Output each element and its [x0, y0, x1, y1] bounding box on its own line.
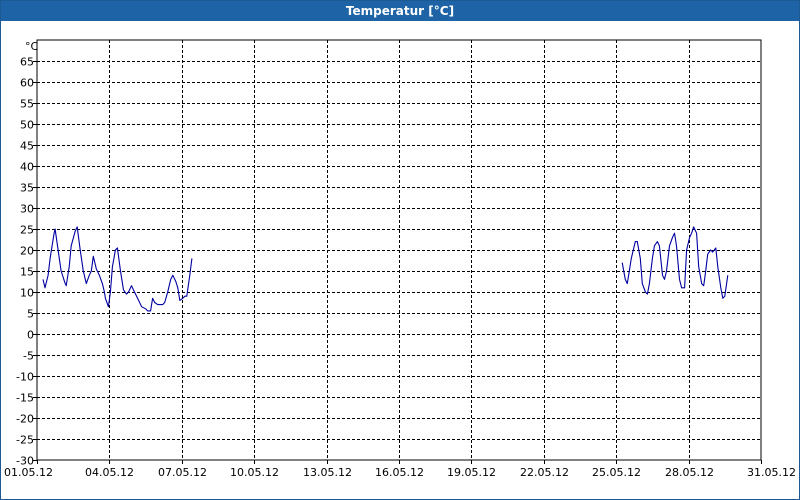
x-tick-label: 25.05.12	[592, 466, 641, 479]
x-tick-labels: 01.05.12 04.05.12 07.05.12 10.05.12 13.05.12…	[4, 466, 796, 479]
y-tick-label: -5	[23, 350, 34, 363]
x-tick-label: 19.05.12	[447, 466, 496, 479]
y-tick-label: 35	[20, 182, 34, 195]
x-tick-label: 31.05.12	[747, 466, 796, 479]
y-tick-label: 40	[20, 161, 34, 174]
temperature-chart: -30-25-20-15-10-505101520253035404550556…	[4, 39, 796, 479]
x-tick-label: 22.05.12	[520, 466, 569, 479]
y-tick-label: 0	[27, 329, 34, 342]
y-tick-label: 65	[20, 56, 34, 69]
y-tick-label: -25	[16, 434, 34, 447]
x-tick-label: 07.05.12	[158, 466, 207, 479]
y-axis-unit-label: °C	[25, 40, 39, 53]
x-tick-label: 01.05.12	[4, 466, 53, 479]
y-tick-label: 10	[20, 287, 34, 300]
x-tick-label: 16.05.12	[375, 466, 424, 479]
y-tick-label: 15	[20, 266, 34, 279]
y-tick-label: 30	[20, 203, 34, 216]
y-tick-label: -10	[16, 371, 34, 384]
y-tick-labels: -30-25-20-15-10-505101520253035404550556…	[16, 56, 34, 468]
x-tick-label: 28.05.12	[665, 466, 714, 479]
y-tick-label: 25	[20, 224, 34, 237]
y-tick-label: 45	[20, 140, 34, 153]
y-tick-label: -20	[16, 413, 34, 426]
x-tick-label: 04.05.12	[85, 466, 134, 479]
y-tick-label: 20	[20, 245, 34, 258]
x-tick-label: 13.05.12	[303, 466, 352, 479]
y-tick-label: 5	[27, 308, 34, 321]
y-tick-label: 60	[20, 77, 34, 90]
y-tick-label: 50	[20, 119, 34, 132]
x-tick-label: 10.05.12	[230, 466, 279, 479]
y-tick-label: -15	[16, 392, 34, 405]
y-tick-label: 55	[20, 98, 34, 111]
